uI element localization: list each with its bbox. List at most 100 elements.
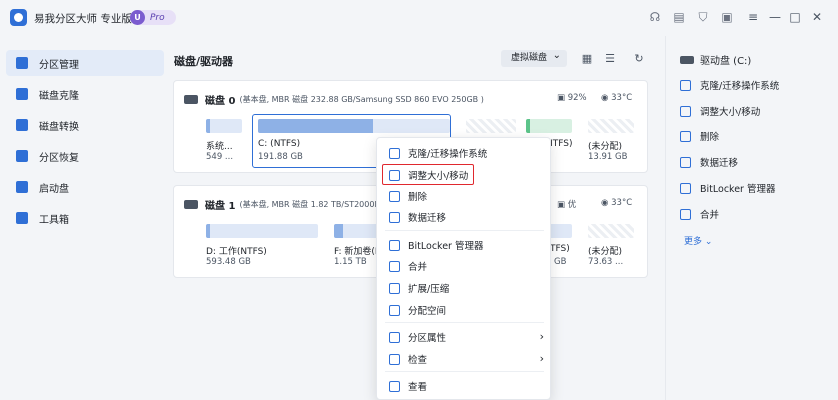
chevron-right-icon: › [539, 330, 544, 343]
partition-d[interactable]: D: 工作(NTFS) 593.48 GB [206, 224, 318, 272]
menu-item-label: 查看 [408, 382, 428, 393]
menu-item-delete[interactable]: 删除 [377, 186, 552, 206]
partition-label: (未分配) [588, 142, 623, 152]
action-merge[interactable]: 合并 [680, 207, 719, 221]
shirt-icon[interactable]: ⛉ [696, 10, 710, 24]
partition-size: 13.91 GB [588, 152, 628, 162]
video-icon[interactable]: ▣ [720, 10, 734, 24]
app-logo-icon [10, 9, 27, 26]
partition-unallocated[interactable]: (未分配) 13.91 GB [588, 119, 634, 167]
menu-item-properties[interactable]: 分区属性 › [377, 327, 552, 347]
sidebar-item-label: 磁盘转换 [39, 121, 79, 133]
bitlocker-icon [680, 182, 691, 194]
close-icon[interactable]: ✕ [810, 10, 824, 24]
action-label: BitLocker 管理器 [700, 184, 776, 195]
action-clone-os[interactable]: 克隆/迁移操作系统 [680, 78, 779, 92]
trash-icon [389, 190, 400, 202]
menu-divider [385, 371, 544, 372]
virtual-disk-dropdown[interactable]: 虚拟磁盘 [501, 47, 567, 67]
menu-item-check[interactable]: 检查 › [377, 349, 552, 369]
menu-item-label: 分配空间 [408, 306, 447, 317]
action-bitlocker[interactable]: BitLocker 管理器 [680, 181, 775, 195]
lock-icon: ▣ [557, 200, 568, 210]
partition-f[interactable]: F: 新加卷(I 1.15 TB [334, 224, 380, 272]
action-delete[interactable]: 删除 [680, 129, 719, 143]
partition-label: TFS) [550, 244, 570, 254]
menu-item-label: 数据迁移 [408, 213, 447, 224]
pro-badge[interactable]: U Pro [130, 10, 176, 25]
disk-temp: ◉ 33°C [601, 198, 632, 208]
menu-item-clone-os[interactable]: 克隆/迁移操作系统 [377, 143, 552, 163]
partition-icon [16, 57, 28, 69]
disk-temp-value: 33°C [611, 93, 633, 103]
action-label: 克隆/迁移操作系统 [700, 81, 780, 92]
minimize-icon[interactable]: — [768, 10, 782, 24]
sidebar-item-toolbox[interactable]: 工具箱 [6, 205, 164, 231]
partition-size: 73.63 ... [588, 257, 624, 267]
chevron-right-icon: › [539, 352, 544, 365]
partition-label: F: 新加卷(I [334, 247, 378, 257]
right-panel: 驱动盘 (C:) 克隆/迁移操作系统 调整大小/移动 删除 数据迁移 BitLo… [665, 36, 838, 400]
sidebar-item-partition[interactable]: 分区管理 [6, 50, 164, 76]
partition-size: GB [554, 257, 567, 267]
pro-badge-label: Pro [150, 12, 165, 23]
merge-icon [389, 260, 400, 272]
notes-icon[interactable]: ▤ [672, 10, 686, 24]
sidebar-item-bootdisk[interactable]: 启动盘 [6, 174, 164, 200]
menu-item-label: 扩展/压缩 [408, 284, 450, 295]
sidebar-item-convert[interactable]: 磁盘转换 [6, 112, 164, 138]
menu-item-label: 删除 [408, 192, 428, 203]
action-label: 数据迁移 [700, 158, 739, 169]
refresh-icon[interactable]: ↻ [633, 53, 645, 65]
list-view-icon[interactable]: ☰ [604, 53, 616, 65]
menu-icon[interactable]: ≡ [746, 10, 760, 24]
partition-system[interactable]: 系统... 549 ... [206, 119, 242, 167]
pro-badge-u: U [130, 10, 145, 25]
menu-item-merge[interactable]: 合并 [377, 256, 552, 276]
clone-icon [16, 88, 28, 100]
menu-item-bitlocker[interactable]: BitLocker 管理器 [377, 235, 552, 255]
action-label: 删除 [700, 132, 720, 143]
disk-header: 磁盘 0 (基本盘, MBR 磁盘 232.88 GB/Samsung SSD … [184, 93, 484, 107]
page-title: 磁盘/驱动器 [174, 55, 234, 68]
resize-icon [680, 105, 691, 117]
toolbox-icon [16, 212, 28, 224]
partition-size: 549 ... [206, 152, 234, 162]
view-icon [389, 380, 400, 392]
disk-temp: ◉ 33°C [601, 93, 632, 103]
trash-icon [680, 130, 691, 142]
more-button[interactable]: 更多 ⌄ [684, 234, 712, 247]
disk-status: ▣ 优 [557, 198, 576, 210]
convert-icon [16, 119, 28, 131]
menu-item-migrate[interactable]: 数据迁移 [377, 207, 552, 227]
partition-label: (未分配) [588, 247, 623, 257]
action-migrate[interactable]: 数据迁移 [680, 155, 738, 169]
action-resize[interactable]: 调整大小/移动 [680, 104, 760, 118]
grid-view-icon[interactable]: ▦ [581, 53, 593, 65]
action-label: 合并 [700, 210, 720, 221]
action-label: 调整大小/移动 [700, 107, 761, 118]
maximize-icon[interactable]: □ [788, 10, 802, 24]
selected-drive: 驱动盘 (C:) [680, 52, 751, 67]
selected-drive-label: 驱动盘 (C:) [700, 56, 752, 67]
menu-item-label: 合并 [408, 262, 428, 273]
partition-unallocated[interactable]: (未分配) 73.63 ... [588, 224, 634, 272]
sidebar-item-label: 启动盘 [39, 183, 69, 195]
drive-icon [680, 55, 694, 64]
disk-status-value: 优 [567, 200, 577, 210]
bitlocker-icon [389, 239, 400, 251]
sidebar-item-label: 磁盘克隆 [39, 90, 79, 102]
headset-icon[interactable]: ☊ [648, 10, 662, 24]
sidebar-item-clone[interactable]: 磁盘克隆 [6, 81, 164, 107]
disk-usage: ▣ 92% [557, 93, 587, 103]
menu-item-view[interactable]: 查看 [377, 376, 552, 396]
title-bar: 易我分区大师 专业版 U Pro ☊ ▤ ⛉ ▣ ≡ — □ ✕ [0, 0, 838, 36]
sidebar-item-label: 工具箱 [39, 214, 69, 226]
resize-highlight-box [382, 164, 474, 185]
sidebar-item-recovery[interactable]: 分区恢复 [6, 143, 164, 169]
clone-os-icon [680, 79, 691, 91]
menu-item-label: 克隆/迁移操作系统 [408, 149, 488, 160]
menu-item-extend[interactable]: 扩展/压缩 [377, 278, 552, 298]
disk-info: (基本盘, MBR 磁盘 1.82 TB/ST2000D [239, 199, 381, 209]
menu-item-allocate[interactable]: 分配空间 [377, 300, 552, 320]
